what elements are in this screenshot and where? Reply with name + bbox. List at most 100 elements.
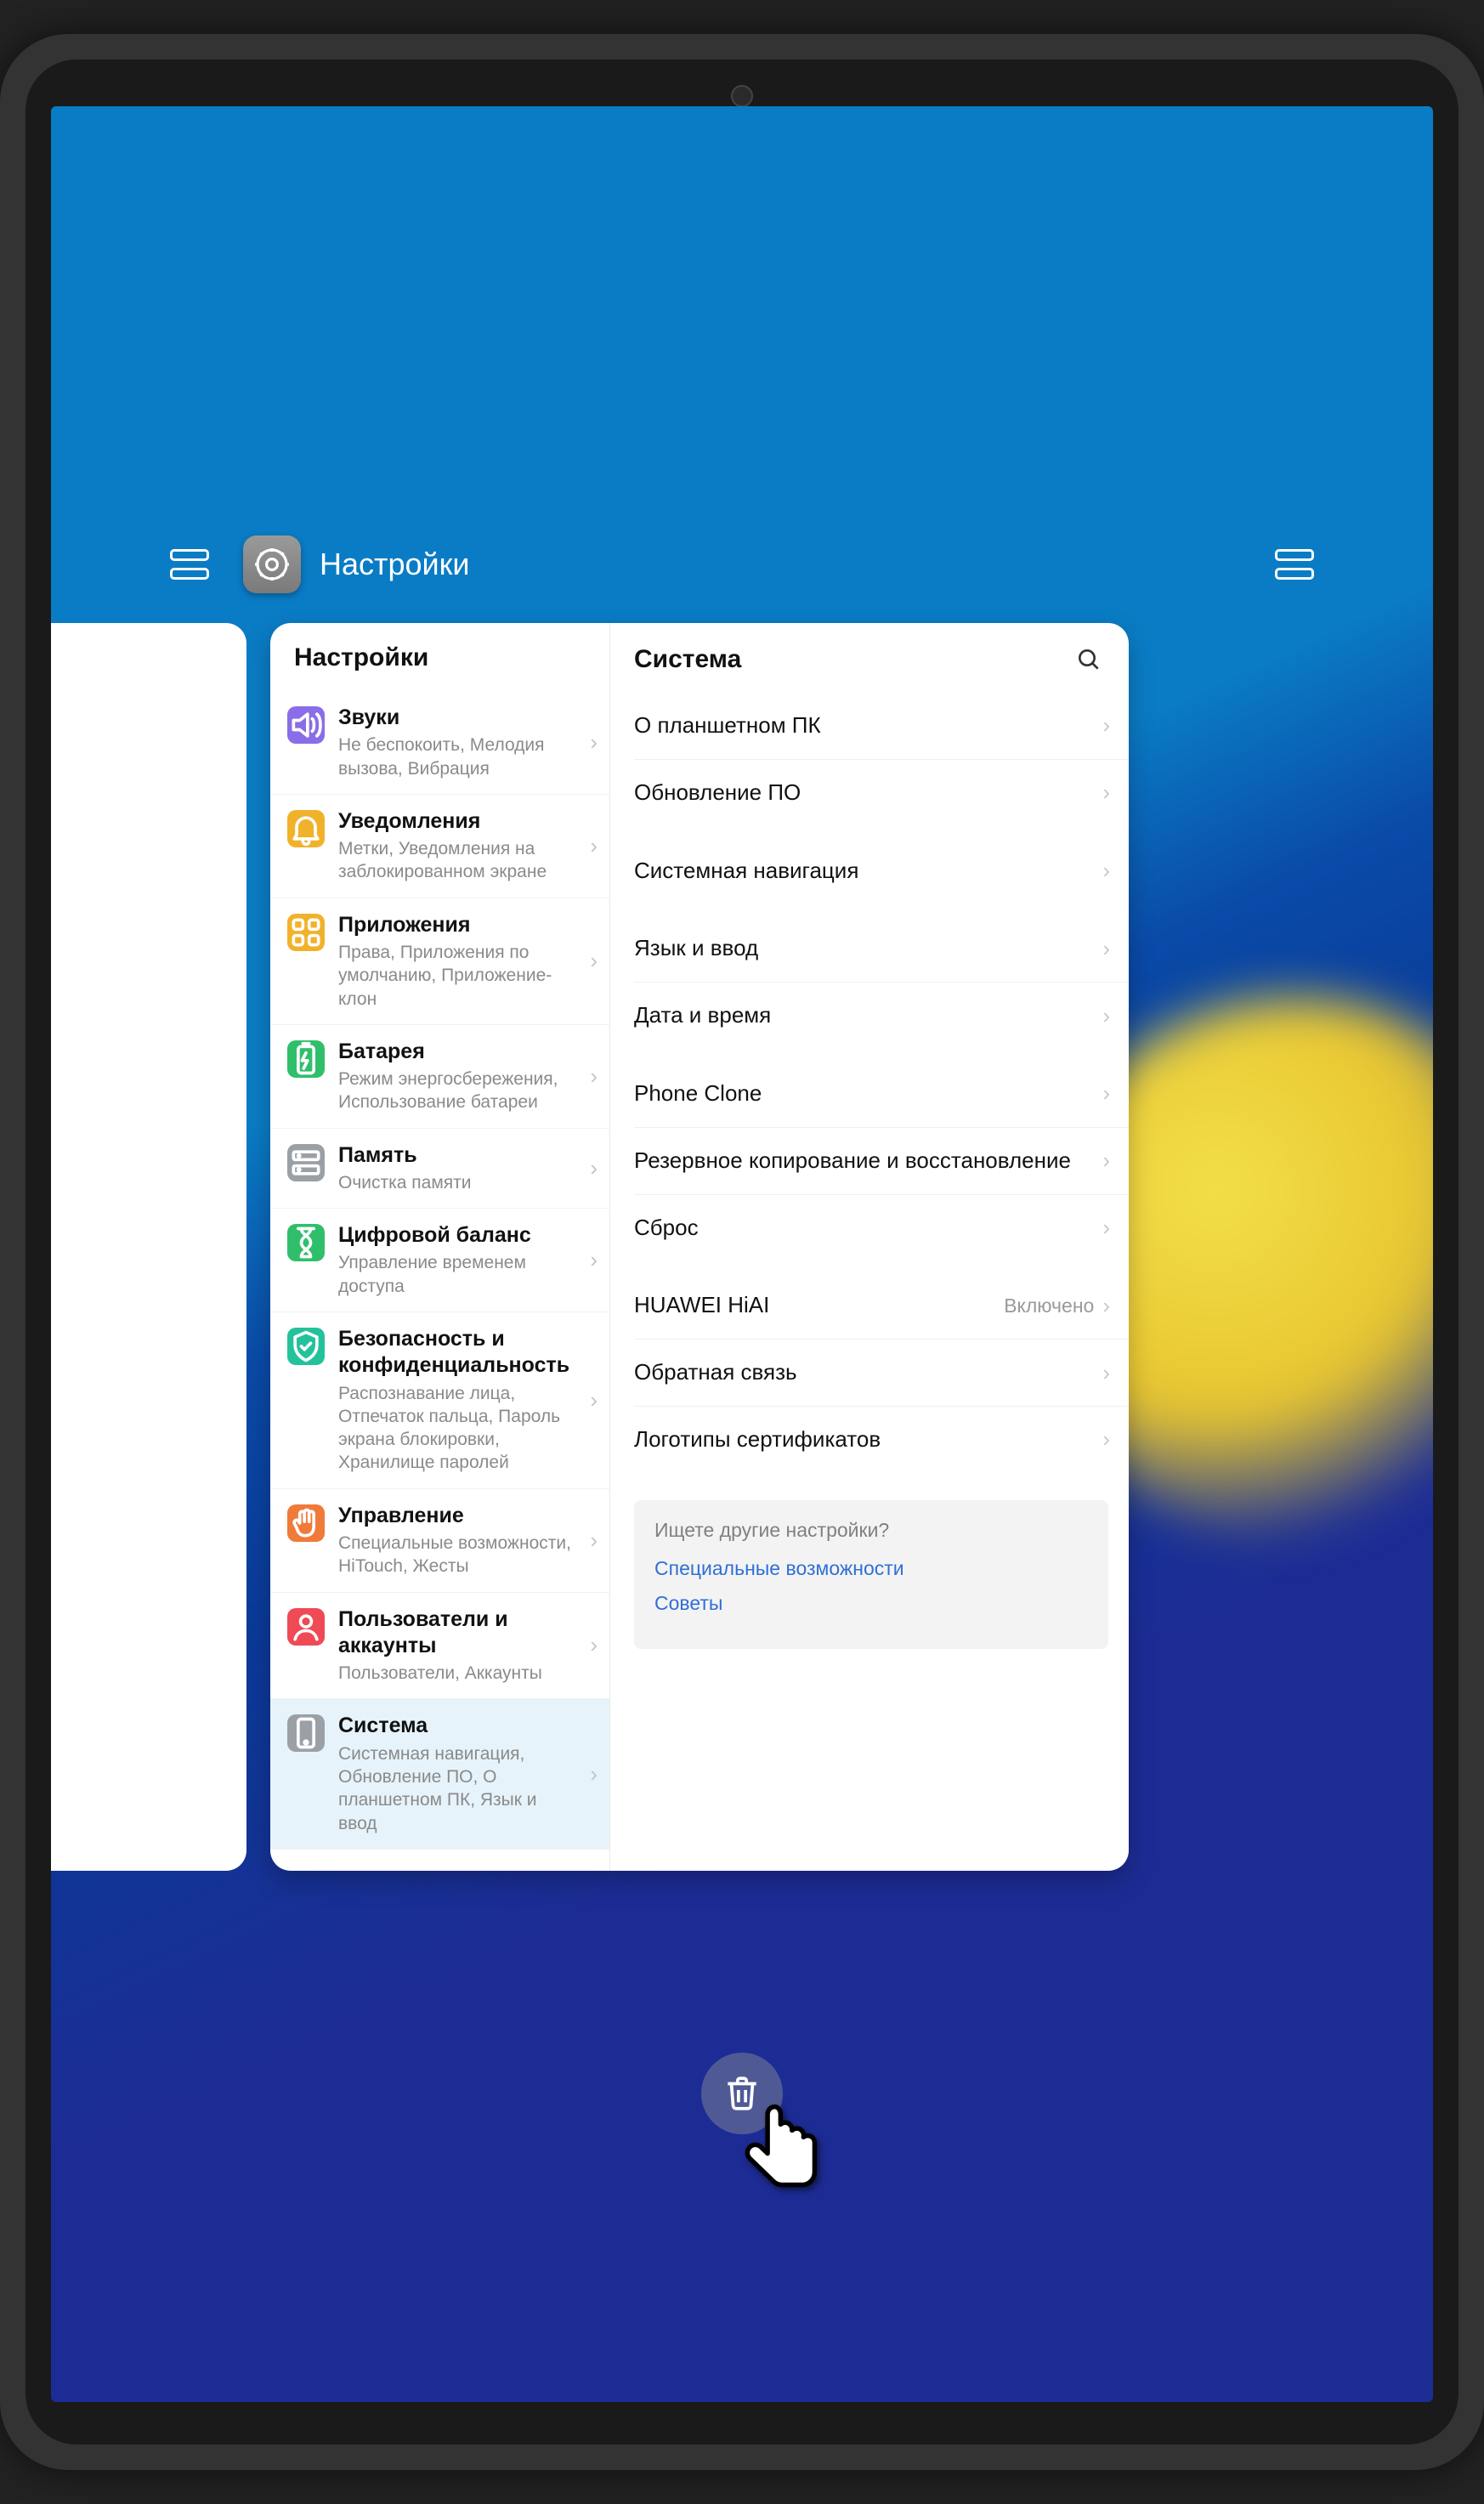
settings-item-timer[interactable]: Цифровой баланс Управление временем дост… (270, 1209, 609, 1312)
system-item-label: Системная навигация (634, 857, 858, 886)
settings-item-bell[interactable]: Уведомления Метки, Уведомления на заблок… (270, 795, 609, 898)
tutorial-hand-cursor (737, 2097, 830, 2216)
settings-item-battery[interactable]: Батарея Режим энергосбережения, Использо… (270, 1025, 609, 1129)
hint-link[interactable]: Советы (654, 1592, 1088, 1615)
system-item-value: Включено (1004, 1294, 1094, 1317)
settings-item-title: Батарея (338, 1039, 576, 1065)
settings-item-shield[interactable]: Безопасность и конфиденциальность Распоз… (270, 1312, 609, 1489)
settings-item-subtitle: Очистка памяти (338, 1171, 576, 1194)
screen: Настройки Настройки Звуки Не беспокоить,… (51, 106, 1433, 2402)
chevron-right-icon: › (590, 948, 598, 974)
system-item-label: О планшетном ПК (634, 711, 821, 740)
system-item-label: HUAWEI HiAI (634, 1291, 769, 1320)
settings-item-subtitle: Не беспокоить, Мелодия вызова, Вибрация (338, 734, 576, 780)
chevron-right-icon: › (1102, 1215, 1110, 1241)
detail-pane-title: Система (634, 645, 741, 674)
settings-item-title: Уведомления (338, 808, 576, 835)
settings-item-subtitle: Распознавание лица, Отпечаток пальца, Па… (338, 1382, 576, 1475)
settings-item-subtitle: Пользователи, Аккаунты (338, 1662, 576, 1685)
settings-detail-pane: Система О планшетном ПК›Обновление ПО›Си… (610, 623, 1129, 1871)
chevron-right-icon: › (1102, 1003, 1110, 1029)
system-item-label: Резервное копирование и восстановление (634, 1147, 1071, 1176)
master-pane-title: Настройки (270, 623, 609, 691)
sound-icon (287, 706, 325, 744)
timer-icon (287, 1224, 325, 1261)
settings-item-subtitle: Права, Приложения по умолчанию, Приложен… (338, 941, 576, 1011)
chevron-right-icon: › (590, 1387, 598, 1413)
settings-item-subtitle: Специальные возможности, HiTouch, Жесты (338, 1532, 576, 1578)
chevron-right-icon: › (1102, 712, 1110, 739)
prev-app-card-peek[interactable] (51, 623, 246, 1871)
bell-icon (287, 810, 325, 847)
user-icon (287, 1608, 325, 1646)
system-item[interactable]: О планшетном ПК › (634, 693, 1129, 760)
settings-item-hand[interactable]: Управление Специальные возможности, HiTo… (270, 1489, 609, 1593)
system-item-label: Сброс (634, 1214, 699, 1243)
settings-item-subtitle: Управление временем доступа (338, 1251, 576, 1298)
settings-master-pane: Настройки Звуки Не беспокоить, Мелодия в… (270, 623, 610, 1871)
settings-item-subtitle: Системная навигация, Обновление ПО, О пл… (338, 1742, 576, 1835)
chevron-right-icon: › (590, 1247, 598, 1273)
layout-toggle-left[interactable] (170, 549, 209, 580)
system-item[interactable]: HUAWEI HiAI Включено › (634, 1272, 1129, 1340)
settings-item-user[interactable]: Пользователи и аккаунты Пользователи, Ак… (270, 1593, 609, 1700)
system-item[interactable]: Резервное копирование и восстановление › (634, 1128, 1129, 1195)
system-item[interactable]: Логотипы сертификатов › (634, 1407, 1129, 1473)
settings-item-title: Память (338, 1142, 576, 1169)
shield-icon (287, 1328, 325, 1365)
chevron-right-icon: › (1102, 1080, 1110, 1107)
recents-app-title: Настройки (320, 547, 470, 582)
hint-question: Ищете другие настройки? (654, 1519, 1088, 1542)
tablet-frame: Настройки Настройки Звуки Не беспокоить,… (0, 34, 1484, 2470)
system-item-label: Обновление ПО (634, 779, 801, 807)
chevron-right-icon: › (1102, 1360, 1110, 1386)
search-button[interactable] (1071, 642, 1107, 677)
settings-item-title: Звуки (338, 705, 576, 731)
system-item-label: Phone Clone (634, 1079, 762, 1108)
chevron-right-icon: › (590, 1527, 598, 1554)
chevron-right-icon: › (1102, 1293, 1110, 1319)
settings-item-title: Цифровой баланс (338, 1222, 576, 1249)
recents-header: Настройки (51, 535, 1433, 593)
chevron-right-icon: › (590, 1063, 598, 1090)
system-item-label: Обратная связь (634, 1358, 797, 1387)
chevron-right-icon: › (590, 1761, 598, 1787)
chevron-right-icon: › (590, 729, 598, 756)
chevron-right-icon: › (590, 833, 598, 859)
search-icon (1075, 646, 1102, 673)
system-item[interactable]: Обратная связь › (634, 1340, 1129, 1407)
system-item[interactable]: Phone Clone › (634, 1061, 1129, 1128)
chevron-right-icon: › (1102, 858, 1110, 884)
settings-recent-card[interactable]: Настройки Звуки Не беспокоить, Мелодия в… (270, 623, 1129, 1871)
system-item[interactable]: Системная навигация › (634, 838, 1129, 904)
settings-item-subtitle: Режим энергосбережения, Использование ба… (338, 1068, 576, 1114)
chevron-right-icon: › (1102, 936, 1110, 962)
chevron-right-icon: › (590, 1155, 598, 1181)
system-item[interactable]: Сброс › (634, 1195, 1129, 1261)
apps-icon (287, 914, 325, 951)
system-item[interactable]: Язык и ввод› (634, 915, 1129, 983)
system-item[interactable]: Дата и время› (634, 983, 1129, 1049)
settings-item-title: Управление (338, 1503, 576, 1529)
settings-item-system[interactable]: Система Системная навигация, Обновление … (270, 1699, 609, 1849)
other-settings-hint: Ищете другие настройки? Специальные возмо… (634, 1500, 1108, 1649)
settings-item-storage[interactable]: Память Очистка памяти › (270, 1129, 609, 1210)
chevron-right-icon: › (1102, 1426, 1110, 1453)
layout-toggle-right[interactable] (1275, 549, 1314, 580)
settings-app-icon (243, 535, 301, 593)
settings-item-apps[interactable]: Приложения Права, Приложения по умолчани… (270, 898, 609, 1025)
hand-icon (287, 1504, 325, 1542)
settings-item-sound[interactable]: Звуки Не беспокоить, Мелодия вызова, Виб… (270, 691, 609, 795)
chevron-right-icon: › (590, 1632, 598, 1658)
front-camera (731, 85, 753, 107)
chevron-right-icon: › (1102, 1147, 1110, 1174)
hint-link[interactable]: Специальные возможности (654, 1557, 1088, 1580)
settings-item-title: Система (338, 1713, 576, 1739)
system-icon (287, 1714, 325, 1752)
storage-icon (287, 1144, 325, 1181)
settings-item-title: Приложения (338, 912, 576, 938)
battery-icon (287, 1040, 325, 1078)
system-item-label: Логотипы сертификатов (634, 1425, 881, 1454)
settings-item-subtitle: Метки, Уведомления на заблокированном эк… (338, 837, 576, 884)
system-item[interactable]: Обновление ПО› (634, 760, 1129, 826)
